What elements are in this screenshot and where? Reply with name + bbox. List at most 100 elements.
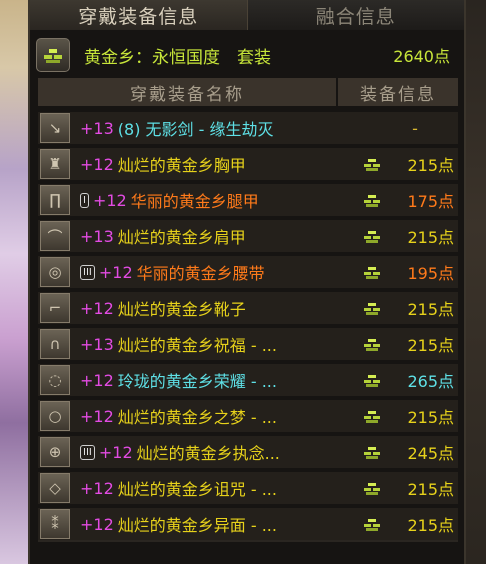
equipment-row[interactable]: ⊕ III +12 灿烂的黄金乡执念... 245点 — [38, 436, 458, 468]
equipment-info: 265点 — [338, 368, 458, 392]
equipment-info: 215点 — [338, 512, 458, 536]
shoulder-icon: ⌒ — [40, 221, 70, 251]
equipment-name: +12 灿烂的黄金乡靴子 — [80, 296, 338, 320]
set-points-icon — [362, 298, 382, 318]
equipment-info: 215点 — [338, 476, 458, 500]
equipment-list: ↘ +13 (8) 无影剑 - 缘生劫灭 - ♜ +12 灿烂的黄金乡胸甲 215点 ∏ I +12… — [38, 112, 458, 544]
equipment-points: 215点 — [407, 156, 454, 175]
equipment-name: III +12 灿烂的黄金乡执念... — [80, 440, 338, 464]
equipment-info: 215点 — [338, 224, 458, 248]
equipment-points: 245点 — [407, 444, 454, 463]
set-points-icon — [362, 478, 382, 498]
equipment-name: +13 (8) 无影剑 - 缘生劫灭 — [80, 116, 338, 140]
enhance-level: +12 — [80, 298, 114, 318]
equipment-name: +12 灿烂的黄金乡诅咒 - ... — [80, 476, 338, 500]
enhance-level: +12 — [92, 190, 127, 210]
equipment-name: +12 灿烂的黄金乡胸甲 — [80, 152, 338, 176]
header-equipment-info: 装备信息 — [338, 78, 458, 106]
equipment-points: 195点 — [407, 264, 454, 283]
table-header: 穿戴装备名称 装备信息 — [38, 78, 458, 106]
necklace-icon: ∩ — [40, 329, 70, 359]
set-name: 黄金乡：永恒国度 套装 — [84, 47, 271, 68]
equipment-name: +13 灿烂的黄金乡肩甲 — [80, 224, 338, 248]
equipment-points: 215点 — [407, 336, 454, 355]
enhance-level: +12 — [80, 406, 114, 426]
support-icon: ⊕ — [40, 437, 70, 467]
equipment-title: 灿烂的黄金乡肩甲 — [117, 228, 246, 247]
equipment-row[interactable]: ♜ +12 灿烂的黄金乡胸甲 215点 — [38, 148, 458, 180]
equipment-title: 灿烂的黄金乡诅咒 - ... — [117, 480, 277, 499]
equipment-points: 265点 — [407, 372, 454, 391]
equipment-points: 215点 — [407, 408, 454, 427]
set-points-icon — [362, 334, 382, 354]
set-points-icon — [362, 154, 382, 174]
equipment-row[interactable]: ∩ +13 灿烂的黄金乡祝福 - ... 215点 — [38, 328, 458, 360]
equipment-points: 215点 — [407, 480, 454, 499]
seal-badge: III — [80, 264, 95, 280]
earring-icon: ⁑ — [40, 509, 70, 539]
set-points-icon — [362, 514, 382, 534]
equipment-row[interactable]: ◇ +12 灿烂的黄金乡诅咒 - ... 215点 — [38, 472, 458, 504]
enhance-level: +12 — [80, 478, 114, 498]
boots-icon: ⌐ — [40, 293, 70, 323]
set-bars-icon — [36, 38, 70, 72]
chest-icon: ♜ — [40, 149, 70, 179]
equipment-title: 灿烂的黄金乡祝福 - ... — [117, 336, 277, 355]
equipment-title: 华丽的黄金乡腰带 — [136, 264, 265, 283]
enhance-level: +13 — [80, 118, 114, 138]
enhance-level: +13 — [80, 334, 114, 354]
equipment-title: 灿烂的黄金乡执念... — [136, 444, 280, 463]
equipment-info: 245点 — [338, 440, 458, 464]
set-points-icon — [362, 226, 382, 246]
equipment-row[interactable]: ↘ +13 (8) 无影剑 - 缘生劫灭 - — [38, 112, 458, 144]
ring-icon: ○ — [40, 401, 70, 431]
seal-badge: I — [80, 192, 89, 208]
equipment-row[interactable]: ⁑ +12 灿烂的黄金乡异面 - ... 215点 — [38, 508, 458, 540]
enhance-level: +12 — [80, 154, 114, 174]
equipment-title: (8) 无影剑 - 缘生劫灭 — [117, 120, 274, 139]
enhance-level: +13 — [80, 226, 114, 246]
background-character-art — [0, 0, 30, 564]
equipment-row[interactable]: ⌒ +13 灿烂的黄金乡肩甲 215点 — [38, 220, 458, 252]
equipment-title: 华丽的黄金乡腿甲 — [130, 192, 259, 211]
equipment-row[interactable]: ∏ I +12 华丽的黄金乡腿甲 175点 — [38, 184, 458, 216]
equipment-row[interactable]: ○ +12 灿烂的黄金乡之梦 - ... 215点 — [38, 400, 458, 432]
equipment-info: 215点 — [338, 332, 458, 356]
bracelet-icon: ◌ — [40, 365, 70, 395]
no-points-dash: - — [412, 118, 418, 138]
tab-fusion-info[interactable]: 融合信息 — [247, 0, 464, 30]
set-points-icon — [362, 406, 382, 426]
equipment-row[interactable]: ⌐ +12 灿烂的黄金乡靴子 215点 — [38, 292, 458, 324]
enhance-level: +12 — [98, 262, 133, 282]
enhance-level: +12 — [98, 442, 133, 462]
equipment-name: +12 玲珑的黄金乡荣耀 - ... — [80, 368, 338, 392]
equipment-title: 玲珑的黄金乡荣耀 - ... — [117, 372, 277, 391]
equipment-title: 灿烂的黄金乡靴子 — [117, 300, 246, 319]
equipment-name: +12 灿烂的黄金乡之梦 - ... — [80, 404, 338, 428]
background-edge — [464, 0, 486, 564]
enhance-level: +12 — [80, 514, 114, 534]
equipment-title: 灿烂的黄金乡异面 - ... — [117, 516, 277, 535]
equipment-points: 175点 — [407, 192, 454, 211]
equipment-points: 215点 — [407, 516, 454, 535]
equipment-name: +13 灿烂的黄金乡祝福 - ... — [80, 332, 338, 356]
tab-bar: 穿戴装备信息 融合信息 — [30, 0, 464, 30]
set-points-icon — [362, 262, 382, 282]
gem-icon: ◇ — [40, 473, 70, 503]
equipment-title: 灿烂的黄金乡之梦 - ... — [117, 408, 277, 427]
set-summary-row: 黄金乡：永恒国度 套装 2640点 — [36, 36, 458, 74]
equipment-info-panel: 穿戴装备信息 融合信息 黄金乡：永恒国度 套装 2640点 穿戴装备名称 装备信… — [28, 0, 466, 564]
equipment-row[interactable]: ◎ III +12 华丽的黄金乡腰带 195点 — [38, 256, 458, 288]
equipment-row[interactable]: ◌ +12 玲珑的黄金乡荣耀 - ... 265点 — [38, 364, 458, 396]
equipment-points: 215点 — [407, 300, 454, 319]
equipment-info: 175点 — [338, 188, 458, 212]
divider — [38, 540, 458, 542]
set-points-icon — [362, 370, 382, 390]
weapon-icon: ↘ — [40, 113, 70, 143]
belt-icon: ◎ — [40, 257, 70, 287]
tab-worn-equipment[interactable]: 穿戴装备信息 — [30, 0, 248, 30]
equipment-info: 215点 — [338, 404, 458, 428]
equipment-title: 灿烂的黄金乡胸甲 — [117, 156, 246, 175]
legs-icon: ∏ — [40, 185, 70, 215]
equipment-info: 215点 — [338, 152, 458, 176]
